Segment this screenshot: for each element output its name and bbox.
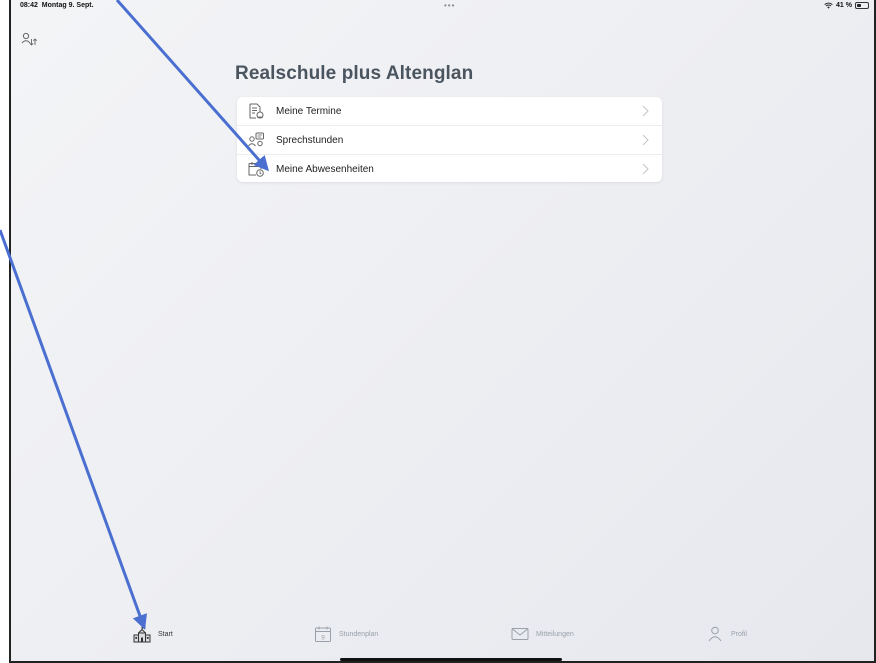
status-indicators: 41 % — [824, 2, 869, 9]
mail-icon — [511, 628, 529, 640]
wifi-icon — [824, 2, 833, 9]
appointments-icon — [249, 103, 264, 119]
tab-label: Profil — [731, 630, 747, 638]
menu-item-label: Sprechstunden — [276, 134, 344, 146]
date: Montag 9. Sept. — [41, 2, 94, 9]
tab-label: Mitteilungen — [536, 630, 574, 638]
chevron-right-icon — [642, 163, 649, 175]
tab-label: Start — [158, 630, 173, 638]
menu-card: Meine Termine Sprechstunden Meine Abwese… — [237, 97, 662, 182]
menu-item-appointments[interactable]: Meine Termine — [237, 97, 662, 125]
menu-item-consultation[interactable]: Sprechstunden — [237, 125, 662, 154]
menu-item-absences[interactable]: Meine Abwesenheiten — [237, 154, 662, 183]
tab-timetable[interactable]: 9 Stundenplan — [314, 625, 378, 643]
user-switch-icon[interactable] — [21, 32, 39, 50]
school-title: Realschule plus Altenglan — [235, 63, 474, 84]
clock: 08:42 — [20, 2, 38, 9]
calendar-icon: 9 — [315, 626, 331, 642]
home-indicator[interactable] — [340, 658, 562, 661]
tab-profile[interactable]: Profil — [706, 625, 747, 643]
app-window: 08:42 Montag 9. Sept. ••• 41 % Realschul… — [9, 0, 876, 663]
chevron-right-icon — [642, 134, 649, 146]
status-time: 08:42 Montag 9. Sept. — [20, 2, 94, 9]
school-icon — [133, 625, 151, 643]
battery-icon — [855, 2, 869, 9]
person-icon — [708, 626, 722, 642]
status-bar: 08:42 Montag 9. Sept. ••• 41 % — [11, 0, 874, 14]
tab-start[interactable]: Start — [133, 625, 173, 643]
svg-text:9: 9 — [321, 634, 325, 641]
multitasking-dots[interactable]: ••• — [444, 1, 455, 10]
absences-icon — [248, 162, 264, 177]
consultation-icon — [248, 132, 264, 147]
chevron-right-icon — [642, 105, 649, 117]
tab-bar: Start 9 Stundenplan Mitteilungen Profil — [11, 621, 874, 661]
battery-percent: 41 % — [836, 2, 852, 9]
menu-item-label: Meine Abwesenheiten — [276, 163, 374, 175]
tab-messages[interactable]: Mitteilungen — [511, 625, 574, 643]
battery-fill — [857, 4, 862, 7]
menu-item-label: Meine Termine — [276, 105, 342, 117]
tab-label: Stundenplan — [339, 630, 379, 638]
